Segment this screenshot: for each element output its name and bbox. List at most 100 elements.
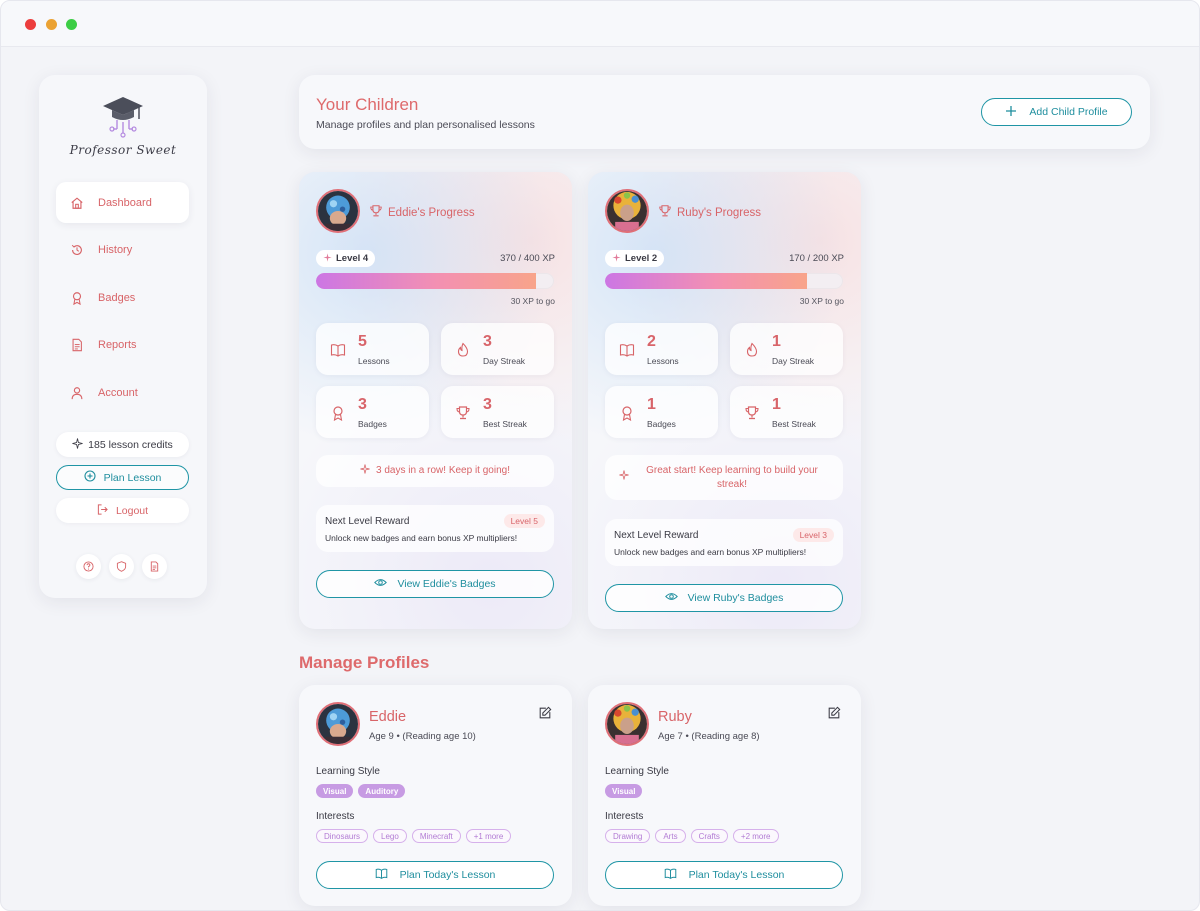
sidebar-item-dashboard[interactable]: Dashboard [56,182,189,223]
learning-style-label: Learning Style [605,766,669,777]
logout-button[interactable]: Logout [56,498,189,523]
profile-name: Eddie [369,709,407,725]
stat-label: Day Streak [483,356,526,366]
avatar [316,702,360,746]
sidebar-nav: Dashboard History Badges Reports Account [56,182,189,420]
trophy-icon [369,204,383,221]
eye-icon [374,576,388,592]
document-icon[interactable] [142,554,167,579]
plan-todays-lesson-label: Plan Today's Lesson [399,869,496,881]
reward-level-badge: Level 5 [503,514,545,528]
add-child-profile-button[interactable]: Add Child Profile [981,98,1132,126]
stat-value: 3 [483,333,492,350]
learning-style-label: Learning Style [316,766,380,777]
sidebar-item-label: Account [98,386,138,399]
more-interests-chip[interactable]: +1 more [465,829,512,843]
level-badge: Level 2 [605,250,665,267]
xp-to-go: 30 XP to go [510,296,555,306]
profile-card-ruby: Ruby Age 7 • (Reading age 8) Learning St… [588,685,861,906]
sidebar-item-badges[interactable]: Badges [56,277,189,318]
maximize-window-button[interactable] [66,19,77,30]
reward-title: Next Level Reward [325,516,410,527]
xp-to-go: 30 XP to go [799,296,844,306]
edit-icon[interactable] [827,706,841,720]
view-badges-button[interactable]: View Ruby's Badges [605,584,843,612]
stat-label: Badges [358,419,387,429]
xp-readout: 170 / 200 XP [789,253,844,264]
trophy-icon [745,406,759,420]
streak-message: Great start! Keep learning to build your… [605,455,843,500]
plan-lesson-button[interactable]: Plan Lesson [56,465,189,490]
interest-chips: Dinosaurs Lego Minecraft +1 more [316,829,512,843]
sidebar-item-label: Badges [98,291,136,304]
progress-title: Eddie's Progress [369,204,475,221]
streak-message: 3 days in a row! Keep it going! [316,455,554,487]
interest-chip: Crafts [690,829,728,843]
stat-label: Lessons [358,356,390,366]
reward-description: Unlock new badges and earn bonus XP mult… [614,547,807,557]
sparkle-icon [72,437,83,452]
report-icon [68,336,86,354]
more-interests-chip[interactable]: +2 more [732,829,779,843]
shield-icon[interactable] [109,554,134,579]
reward-title: Next Level Reward [614,530,699,541]
sidebar-item-label: Reports [98,339,137,351]
avatar [316,189,360,233]
logout-label: Logout [115,504,149,517]
style-chip: Visual [316,784,354,798]
minimize-window-button[interactable] [46,19,57,30]
plus-circle-icon [84,470,96,485]
xp-progress-bar [605,273,843,289]
stat-badges: 1 Badges [605,386,718,438]
stat-value: 2 [647,333,656,350]
view-badges-button[interactable]: View Eddie's Badges [316,570,554,598]
avatar [605,189,649,233]
sidebar-item-reports[interactable]: Reports [56,325,189,366]
sidebar-item-account[interactable]: Account [56,372,189,413]
stat-label: Badges [647,419,676,429]
stat-day-streak: 3 Day Streak [441,323,554,375]
interest-chip: Dinosaurs [316,829,369,843]
plan-todays-lesson-button[interactable]: Plan Today's Lesson [316,861,554,889]
plus-icon [1005,105,1017,120]
interest-chips: Drawing Arts Crafts +2 more [605,829,779,843]
view-badges-label: View Ruby's Badges [687,592,784,604]
stat-value: 3 [358,396,367,413]
xp-progress-fill [605,273,808,289]
help-icon[interactable] [76,554,101,579]
stat-lessons: 5 Lessons [316,323,429,375]
stat-label: Best Streak [483,419,527,429]
xp-progress-fill [316,273,537,289]
profile-name: Ruby [658,709,692,725]
progress-title: Ruby's Progress [658,204,761,221]
close-window-button[interactable] [25,19,36,30]
style-chip: Visual [605,784,643,798]
level-text: Level 4 [336,253,369,264]
sparkle-icon [323,252,332,265]
sidebar-item-history[interactable]: History [56,230,189,271]
stat-label: Best Streak [772,419,816,429]
edit-icon[interactable] [538,706,552,720]
profile-age: Age 9 • (Reading age 10) [369,731,476,742]
plan-todays-lesson-button[interactable]: Plan Today's Lesson [605,861,843,889]
badge-icon [333,406,343,421]
level-badge: Level 4 [316,250,376,267]
trophy-icon [456,406,470,420]
stat-value: 1 [772,333,781,350]
sidebar-item-label: History [98,244,133,256]
sidebar-footer [76,554,167,579]
stat-value: 3 [483,396,492,413]
learning-style-chips: Visual Auditory [316,784,406,798]
book-icon [330,344,346,357]
stat-value: 1 [647,396,656,413]
credits-text: 185 lesson credits [88,438,173,451]
logo: Professor Sweet [39,95,207,157]
user-icon [68,384,86,402]
lesson-credits: 185 lesson credits [56,432,189,457]
stat-best-streak: 3 Best Streak [441,386,554,438]
stat-value: 5 [358,333,367,350]
flame-icon [457,342,469,357]
sidebar-item-label: Dashboard [98,196,152,209]
book-icon [664,867,677,883]
profile-card-eddie: Eddie Age 9 • (Reading age 10) Learning … [299,685,572,906]
